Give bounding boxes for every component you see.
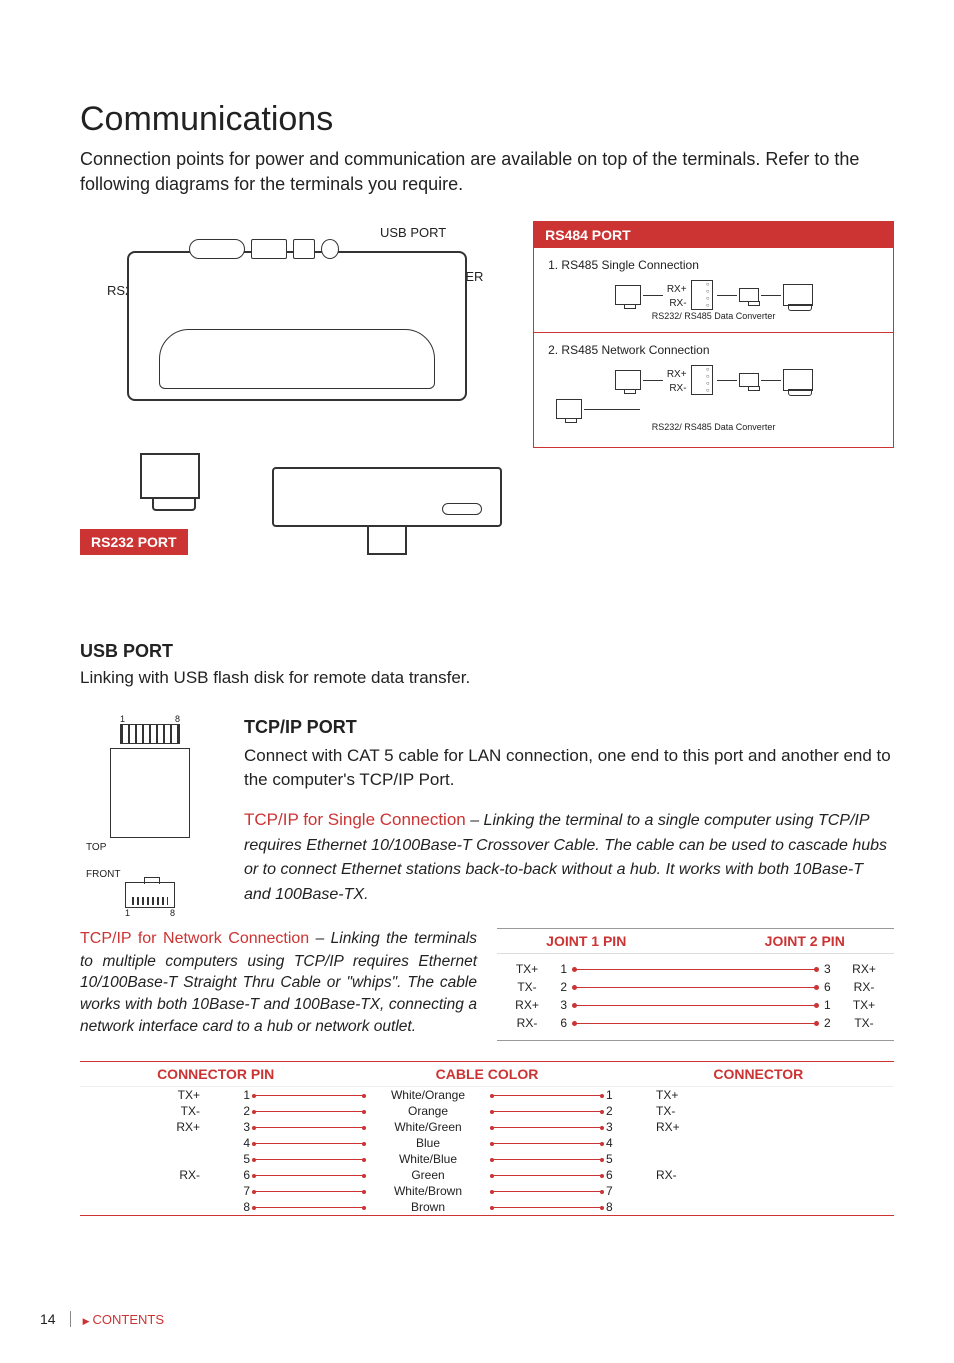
pin-1-label: 1 — [120, 714, 125, 724]
usb-port-heading: USB PORT — [80, 641, 894, 662]
converter-label: RS232/ RS485 Data Converter — [548, 312, 879, 322]
cable-row: TX-2Orange2TX- — [80, 1103, 894, 1119]
contents-label: CONTENTS — [93, 1312, 165, 1327]
tcpip-desc: Connect with CAT 5 cable for LAN connect… — [244, 744, 894, 792]
tcpip-heading: TCP/IP PORT — [244, 714, 894, 740]
rj45-diagram: 18 TOP FRONT 18 — [80, 714, 220, 918]
tcpip-network-text: TCP/IP for Network Connection – Linking … — [80, 928, 477, 1041]
tcpip-single-lead: TCP/IP for Single Connection — [244, 810, 466, 829]
pin-1-label: 1 — [125, 908, 130, 918]
pc-icon — [783, 369, 813, 391]
joint1-header: JOINT 1 PIN — [497, 928, 676, 954]
db9-port-icon — [189, 239, 245, 259]
usb-port-icon — [293, 239, 315, 259]
connector-pin-header: CONNECTOR PIN — [80, 1066, 351, 1082]
cable-row: 5White/Blue5 — [80, 1151, 894, 1167]
pin-8-label: 8 — [175, 714, 180, 724]
rj45-port-icon — [251, 239, 287, 259]
triangle-icon: ▶ — [83, 1316, 90, 1326]
cable-row: 8Brown8 — [80, 1199, 894, 1215]
joint-pin-table: JOINT 1 PIN JOINT 2 PIN TX+13RX+TX-26RX-… — [497, 928, 894, 1041]
device-front-icon — [272, 467, 502, 527]
converter-icon — [691, 280, 713, 310]
rj45-top-label: TOP — [80, 842, 220, 853]
joint2-header: JOINT 2 PIN — [716, 928, 895, 954]
usb-port-desc: Linking with USB flash disk for remote d… — [80, 666, 894, 690]
pin-8-label: 8 — [170, 908, 175, 918]
rs484-header: RS484 PORT — [534, 222, 893, 248]
device-stand-icon — [367, 525, 407, 555]
cable-row: 4Blue4 — [80, 1135, 894, 1151]
pc-icon — [783, 284, 813, 306]
diagram-left: USB PORT TCP/IP PORT RS232/RS485 SERIAL … — [80, 221, 513, 601]
monitor-icon — [140, 453, 200, 499]
rs232-port-badge: RS232 PORT — [80, 529, 188, 555]
tcpip-net-lead: TCP/IP for Network Connection — [80, 930, 309, 947]
connector-header: CONNECTOR — [623, 1066, 894, 1082]
cable-row: RX+3White/Green3RX+ — [80, 1119, 894, 1135]
joint-row: TX+13RX+ — [497, 960, 894, 978]
cable-row: RX-6Green6RX- — [80, 1167, 894, 1183]
cable-row: 7White/Brown7 — [80, 1183, 894, 1199]
rs484-panel: RS484 PORT 1. RS485 Single Connection RX… — [533, 221, 894, 448]
converter-icon — [691, 365, 713, 395]
page-title: Communications — [80, 100, 894, 139]
tcpip-network-row: TCP/IP for Network Connection – Linking … — [80, 928, 894, 1041]
terminal-icon — [615, 285, 641, 305]
rxm-label: RX- — [663, 298, 687, 309]
plug-icon — [739, 288, 759, 302]
rs485-network-title: 2. RS485 Network Connection — [548, 343, 879, 357]
device-outline-icon — [159, 329, 435, 389]
tcpip-row: 18 TOP FRONT 18 TCP/IP PORT Connect with… — [80, 714, 894, 918]
connector-cable-table: CONNECTOR PIN CABLE COLOR CONNECTOR TX+1… — [80, 1061, 894, 1216]
intro-text: Connection points for power and communic… — [80, 147, 894, 197]
page-number: 14 — [40, 1311, 71, 1327]
joint-row: RX-62TX- — [497, 1014, 894, 1032]
contents-link[interactable]: ▶CONTENTS — [83, 1312, 164, 1327]
converter-label: RS232/ RS485 Data Converter — [548, 423, 879, 433]
rj45-top-box-icon — [110, 748, 190, 838]
joint-row: TX-26RX- — [497, 978, 894, 996]
rj45-top-pins-icon — [120, 724, 180, 744]
usb-port-label: USB PORT — [380, 225, 446, 240]
rxp-label: RX+ — [663, 369, 687, 380]
rxm-label: RX- — [663, 383, 687, 394]
cable-row: TX+1White/Orange1TX+ — [80, 1087, 894, 1103]
rj45-front-icon — [125, 882, 175, 908]
diagram-row: USB PORT TCP/IP PORT RS232/RS485 SERIAL … — [80, 221, 894, 601]
rs485-single-title: 1. RS485 Single Connection — [548, 258, 879, 272]
handle-icon — [442, 503, 482, 515]
rxp-label: RX+ — [663, 284, 687, 295]
joint-row: RX+31TX+ — [497, 996, 894, 1014]
power-port-icon — [321, 239, 339, 259]
device-top-view — [127, 251, 467, 401]
plug-icon — [739, 373, 759, 387]
diagram-right: RS484 PORT 1. RS485 Single Connection RX… — [533, 221, 894, 601]
cable-color-header: CABLE COLOR — [351, 1066, 622, 1082]
terminal-icon — [556, 399, 582, 419]
page-footer: 14 ▶CONTENTS — [40, 1311, 164, 1327]
terminal-icon — [615, 370, 641, 390]
tcpip-text: TCP/IP PORT Connect with CAT 5 cable for… — [244, 714, 894, 918]
